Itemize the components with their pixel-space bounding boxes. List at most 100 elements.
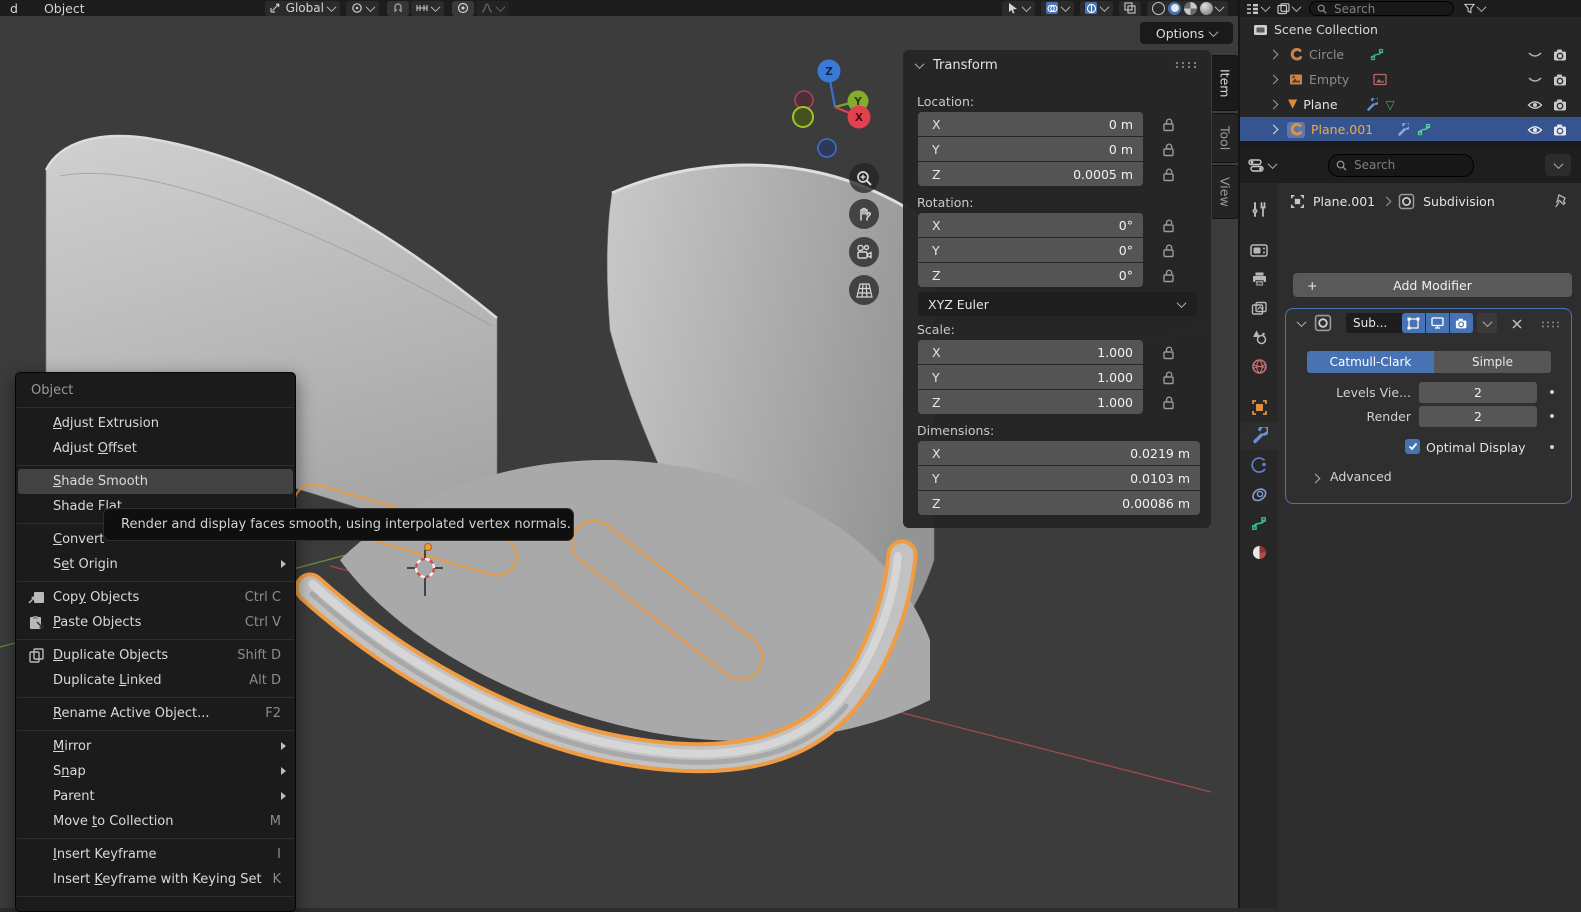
camera-render-icon[interactable] [1553, 74, 1569, 86]
show-overlays-dropdown[interactable] [1041, 1, 1074, 16]
panel-collapse-icon[interactable] [1297, 317, 1307, 327]
dimensions-z-field[interactable]: Z0.00086 m [918, 491, 1200, 515]
outliner-row-plane-001-selected[interactable]: Plane.001 [1240, 117, 1581, 142]
snap-toggle[interactable] [387, 1, 409, 16]
catmull-clark-button[interactable]: Catmull-Clark [1307, 351, 1434, 373]
lock-icon[interactable] [1161, 167, 1175, 182]
tab-physics[interactable] [1240, 451, 1278, 479]
menu-item-parent[interactable]: Parent [16, 784, 295, 809]
proportional-falloff-dropdown[interactable] [476, 1, 509, 16]
breadcrumb-object[interactable]: Plane.001 [1313, 194, 1375, 209]
menu-item-snap[interactable]: Snap [16, 759, 295, 784]
eye-open-icon[interactable] [1527, 124, 1543, 136]
lock-icon[interactable] [1161, 345, 1175, 360]
render-levels-field[interactable]: 2 [1419, 406, 1537, 427]
shading-rendered-button[interactable] [1200, 2, 1213, 15]
modifier-render-toggle[interactable] [1450, 313, 1473, 333]
menu-item-insert-keyframe-keying-set[interactable]: Insert Keyframe with Keying Set K [16, 867, 295, 892]
gizmo-axis-negz[interactable] [818, 139, 836, 157]
tab-world[interactable] [1240, 352, 1278, 380]
tab-output[interactable] [1240, 265, 1278, 293]
menu-item-insert-keyframe[interactable]: Insert Keyframe I [16, 842, 295, 867]
tab-object[interactable] [1240, 393, 1278, 421]
tab-modifiers-active[interactable] [1240, 422, 1278, 450]
lock-icon[interactable] [1161, 370, 1175, 385]
camera-render-icon[interactable] [1553, 124, 1569, 136]
rotation-y-field[interactable]: Y0° [918, 238, 1143, 262]
lock-icon[interactable] [1161, 243, 1175, 258]
panel-grip-icon[interactable] [1541, 321, 1559, 328]
menu-item-paste-objects[interactable]: Paste Objects Ctrl V [16, 610, 295, 635]
viewport-camera-button[interactable] [849, 237, 879, 267]
menu-item-set-origin[interactable]: Set Origin [16, 552, 295, 577]
lock-icon[interactable] [1161, 268, 1175, 283]
object-menu[interactable]: Object [34, 0, 95, 16]
gizmo-axis-negy[interactable] [793, 107, 813, 127]
shading-material-button[interactable] [1184, 2, 1197, 15]
tab-material[interactable] [1240, 538, 1278, 566]
simple-button[interactable]: Simple [1434, 351, 1551, 373]
outliner-display-mode-dropdown[interactable] [1246, 3, 1269, 15]
modifier-editmode-toggle[interactable] [1402, 313, 1425, 333]
properties-search-input[interactable] [1352, 157, 1466, 173]
panel-grip-icon[interactable] [1175, 61, 1197, 69]
viewport-pan-button[interactable] [849, 199, 879, 229]
topbar-menu-partial[interactable]: d [0, 0, 20, 16]
modifier-extras-dropdown[interactable] [1477, 313, 1497, 333]
animate-dot-icon[interactable] [1550, 390, 1554, 394]
location-x-field[interactable]: X0 m [918, 112, 1143, 136]
show-gizmos-dropdown[interactable] [1002, 1, 1035, 16]
tab-object-data[interactable] [1240, 509, 1278, 537]
transform-panel-title[interactable]: Transform [933, 58, 998, 73]
eye-closed-icon[interactable] [1527, 49, 1543, 61]
outliner-search[interactable] [1309, 1, 1454, 16]
location-z-field[interactable]: Z0.0005 m [918, 162, 1143, 186]
panel-collapse-icon[interactable] [915, 59, 925, 69]
menu-item-shade-smooth[interactable]: Shade Smooth [18, 469, 293, 494]
modifier-realtime-toggle[interactable] [1426, 313, 1449, 333]
menu-item-duplicate-linked[interactable]: Duplicate Linked Alt D [16, 668, 295, 693]
animate-dot-icon[interactable] [1550, 414, 1554, 418]
outliner-row-plane[interactable]: ▲ Plane ▽ [1240, 92, 1581, 117]
close-icon[interactable] [1511, 318, 1523, 330]
tab-scene[interactable] [1240, 323, 1278, 351]
add-modifier-button[interactable]: + Add Modifier [1293, 273, 1572, 297]
rotation-x-field[interactable]: X0° [918, 213, 1143, 237]
menu-item-adjust-offset[interactable]: Adjust Offset [16, 436, 295, 461]
tab-view-layer[interactable] [1240, 294, 1278, 322]
camera-render-icon[interactable] [1553, 49, 1569, 61]
expand-icon[interactable] [1269, 50, 1279, 60]
menu-item-copy-objects[interactable]: Copy Objects Ctrl C [16, 585, 295, 610]
scale-y-field[interactable]: Y1.000 [918, 365, 1143, 389]
sidebar-tab-tool[interactable]: Tool [1212, 113, 1239, 163]
outliner-row-circle[interactable]: Circle [1240, 42, 1581, 67]
levels-viewport-field[interactable]: 2 [1419, 382, 1537, 403]
pin-icon[interactable] [1554, 193, 1569, 209]
xray-dropdown[interactable] [1080, 1, 1113, 16]
menu-item-rename-active-object[interactable]: Rename Active Object... F2 [16, 701, 295, 726]
expand-icon[interactable] [1269, 75, 1279, 85]
outliner-row-empty[interactable]: Empty [1240, 67, 1581, 92]
rotation-mode-dropdown[interactable]: XYZ Euler [918, 292, 1197, 316]
expand-icon[interactable] [1269, 125, 1279, 135]
dimensions-y-field[interactable]: Y0.0103 m [918, 466, 1200, 490]
navigation-gizmo[interactable]: Z Y X [780, 50, 910, 165]
xray-toggle[interactable] [1119, 1, 1141, 16]
scale-x-field[interactable]: X1.000 [918, 340, 1143, 364]
menu-item-mirror[interactable]: Mirror [16, 734, 295, 759]
options-dropdown[interactable]: Options [1140, 22, 1233, 44]
menu-item-adjust-extrusion[interactable]: Adjust Extrusion [16, 411, 295, 436]
lock-icon[interactable] [1161, 218, 1175, 233]
properties-search[interactable] [1328, 154, 1474, 177]
outliner-row-scene-collection[interactable]: Scene Collection [1240, 17, 1581, 42]
location-y-field[interactable]: Y0 m [918, 137, 1143, 161]
rotation-z-field[interactable]: Z0° [918, 263, 1143, 287]
lock-icon[interactable] [1161, 142, 1175, 157]
tab-render[interactable] [1240, 236, 1278, 264]
optimal-display-checkbox[interactable] [1405, 439, 1420, 454]
menu-item-move-to-collection[interactable]: Move to Collection M [16, 809, 295, 834]
advanced-section-label[interactable]: Advanced [1330, 469, 1392, 484]
menu-item-duplicate-objects[interactable]: Duplicate Objects Shift D [16, 643, 295, 668]
proportional-editing-toggle[interactable] [452, 1, 474, 16]
expand-icon[interactable] [1269, 100, 1279, 110]
